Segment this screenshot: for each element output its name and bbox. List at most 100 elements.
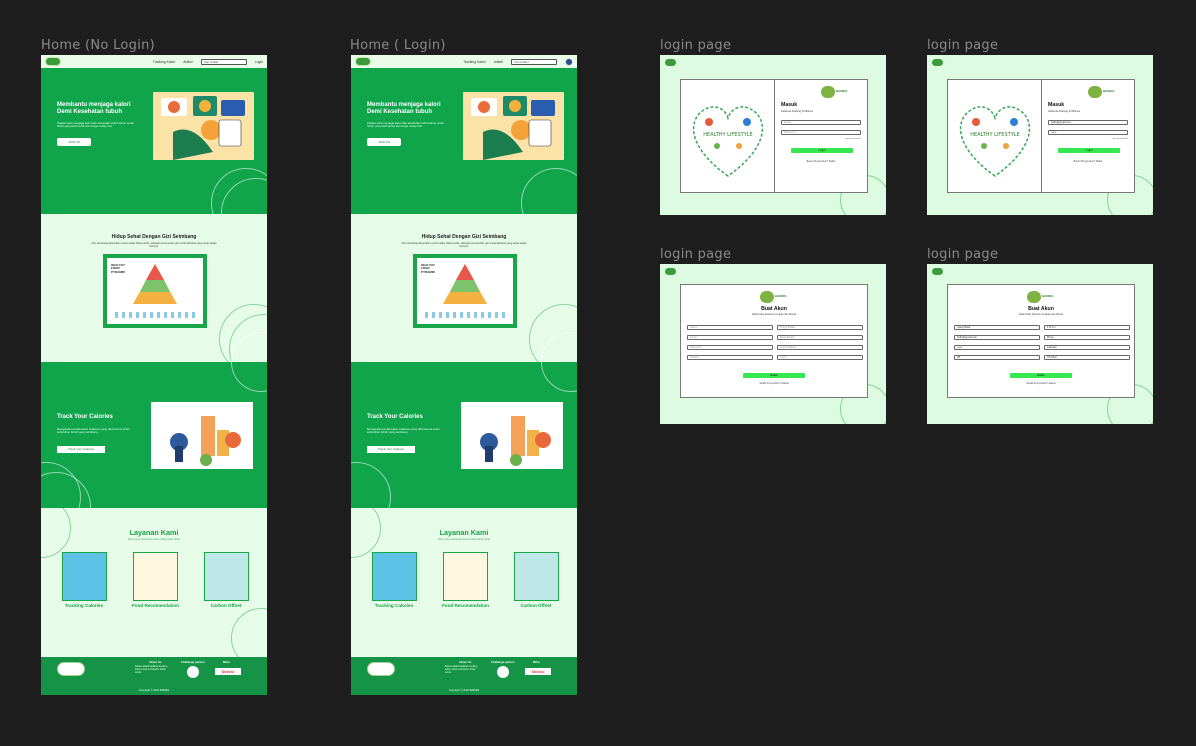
frame-label-login-4[interactable]: login page — [927, 247, 998, 262]
food-pyramid-image: HEALTHY FOOD PYRAMID — [103, 254, 207, 328]
name-field[interactable]: Ujang Batik — [954, 325, 1040, 330]
brand-logo — [760, 291, 774, 303]
mitra-logo[interactable]: Skilvul — [525, 668, 551, 675]
forgot-password-link[interactable]: Lupa Password? — [845, 138, 861, 140]
login-frame-filled: HEALTHY LIFESTYLE BARIES Masuk Selamat D… — [927, 55, 1153, 215]
brand-name: BARIES — [1042, 294, 1054, 298]
partner-logo[interactable] — [497, 666, 509, 678]
weight-field[interactable]: 60 kg — [1044, 335, 1130, 340]
join-button[interactable]: JOIN US — [367, 138, 401, 146]
register-link[interactable]: Belum Punya Akun? Daftar — [1042, 160, 1134, 163]
frame-label-home-no-login[interactable]: Home (No Login) — [41, 38, 155, 53]
email-field[interactable]: hello@gmail.com — [954, 335, 1040, 340]
service-label: Food Recomendation — [132, 603, 179, 608]
food-icon — [132, 552, 178, 601]
service-carbon[interactable]: Carbon Offset — [203, 552, 249, 608]
track-calories-button[interactable]: Track Your Calories — [57, 446, 105, 453]
phone-field[interactable]: Telepon — [687, 355, 773, 360]
gizi-subtitle: Gizi seimbang diperlukan untuk selalu hi… — [401, 242, 527, 248]
design-canvas: Home (No Login) Home ( Login) login page… — [0, 0, 1196, 746]
hero-title: Membantu menjaga kalori Demi Kesehatan t… — [57, 102, 131, 115]
password-field[interactable]: Password — [781, 130, 861, 135]
phone-field[interactable]: 08 — [954, 355, 1040, 360]
nav-link-artikel[interactable]: Artikel — [183, 60, 192, 64]
footer-logo[interactable] — [367, 662, 395, 676]
name-field[interactable]: Nama — [687, 325, 773, 330]
nav-link-tracking[interactable]: Tracking Kalori — [463, 60, 486, 64]
navbar: Tracking Kalori Artikel Cari Artikel Log… — [41, 55, 267, 68]
copyright: Copyright © 2022 BARIES — [138, 689, 170, 692]
partner-logo[interactable] — [187, 666, 199, 678]
age-field[interactable]: Umur — [777, 355, 863, 360]
frame-label-login-2[interactable]: login page — [927, 38, 998, 53]
brand-logo[interactable] — [45, 57, 61, 66]
service-food[interactable]: Food Recomendation — [132, 552, 179, 608]
register-link[interactable]: Belum Punya Akun? Daftar — [775, 160, 867, 163]
register-title: Buat Akun — [761, 306, 787, 312]
service-tracking[interactable]: Tracking Calories — [61, 552, 107, 608]
frame-label-login-1[interactable]: login page — [660, 38, 731, 53]
login-title: Masuk — [1048, 102, 1065, 108]
frame-label-home-login[interactable]: Home ( Login) — [350, 38, 446, 53]
mitra-logo[interactable]: Skilvul — [215, 668, 241, 675]
user-avatar[interactable] — [565, 57, 573, 66]
service-label: Tracking Calories — [374, 603, 414, 608]
food-pyramid-image: HEALTHY FOOD PYRAMID — [413, 254, 517, 328]
frame-label-login-3[interactable]: login page — [660, 247, 731, 262]
gizi-title: Hidup Sehat Dengan Gizi Seimbang — [111, 234, 197, 240]
art-caption: HEALTHY LIFESTYLE — [703, 132, 752, 138]
height-field[interactable]: Tinggi Badan — [777, 325, 863, 330]
weight-field[interactable]: Berat Badan — [777, 335, 863, 340]
layanan-subtitle: Fitur yang membantu kamu hidup lebih seh… — [438, 538, 490, 541]
register-subtitle: Isilah Data Secara Lengkap dan Benar — [751, 313, 797, 316]
register-button[interactable]: Daftar — [1010, 373, 1072, 378]
about-text: Baries adalah aplikasi tracking kalori u… — [135, 665, 168, 674]
gizi-section: Hidup Sehat Dengan Gizi Seimbang Gizi se… — [351, 214, 577, 374]
login-link[interactable]: Sudah Punya Akun? Masuk — [948, 382, 1134, 385]
login-button[interactable]: Login — [1058, 148, 1120, 153]
service-label: Carbon Offset — [210, 603, 242, 608]
email-field[interactable]: Email — [781, 120, 861, 125]
layanan-subtitle: Fitur yang membantu kamu hidup lebih seh… — [128, 538, 180, 541]
brand-logo[interactable] — [355, 57, 371, 66]
register-button[interactable]: Daftar — [743, 373, 805, 378]
brand-logo[interactable] — [665, 59, 676, 66]
login-link[interactable]: Login — [255, 60, 263, 64]
service-food[interactable]: Food Recomendation — [442, 552, 489, 608]
challenge-heading: Challenge partner — [491, 660, 515, 664]
register-card: BARIES Buat Akun Isilah Data Secara Leng… — [947, 284, 1135, 398]
gender-select[interactable]: Jenis Kelamin — [777, 345, 863, 350]
healthy-lifestyle-art: HEALTHY LIFESTYLE — [948, 80, 1042, 192]
footer-logo[interactable] — [57, 662, 85, 676]
track-illustration — [461, 402, 563, 469]
brand-logo[interactable] — [932, 268, 943, 275]
login-button[interactable]: Login — [791, 148, 853, 153]
search-input[interactable]: Cari Artikel — [511, 58, 557, 65]
search-input[interactable]: Cari Artikel — [200, 58, 247, 65]
height-field[interactable]: 170 cm — [1044, 325, 1130, 330]
email-field[interactable]: Email — [687, 335, 773, 340]
email-field[interactable]: hello@gmail.com — [1048, 120, 1128, 125]
login-title: Masuk — [781, 102, 798, 108]
nav-link-tracking[interactable]: Tracking Kalori — [153, 60, 176, 64]
mitra-heading: Mitra — [223, 660, 230, 664]
water-glasses — [115, 312, 195, 318]
login-link[interactable]: Sudah Punya Akun? Masuk — [681, 382, 867, 385]
age-field[interactable]: 18 tahun — [1044, 355, 1130, 360]
login-frame-empty: HEALTHY LIFESTYLE BARIES Masuk Selamat D… — [660, 55, 886, 215]
brand-logo[interactable] — [932, 59, 943, 66]
gender-select[interactable]: Laki-laki — [1044, 345, 1130, 350]
service-tracking[interactable]: Tracking Calories — [371, 552, 417, 608]
password-field[interactable]: •••••• — [954, 345, 1040, 350]
gizi-section: Hidup Sehat Dengan Gizi Seimbang Gizi se… — [41, 214, 267, 384]
service-carbon[interactable]: Carbon Offset — [513, 552, 559, 608]
nav-link-artikel[interactable]: Artikel — [494, 60, 503, 64]
password-field[interactable]: Password — [687, 345, 773, 350]
about-heading: About Us — [459, 660, 472, 664]
forgot-password-link[interactable]: Lupa Password? — [1112, 138, 1128, 140]
join-button[interactable]: JOIN US — [57, 138, 91, 146]
password-field[interactable]: •••••• — [1048, 130, 1128, 135]
brand-logo[interactable] — [665, 268, 676, 275]
track-subtitle: Mengetahui jumlah kalori makanan yang di… — [367, 427, 440, 435]
track-calories-button[interactable]: Track Your Calories — [367, 446, 415, 453]
